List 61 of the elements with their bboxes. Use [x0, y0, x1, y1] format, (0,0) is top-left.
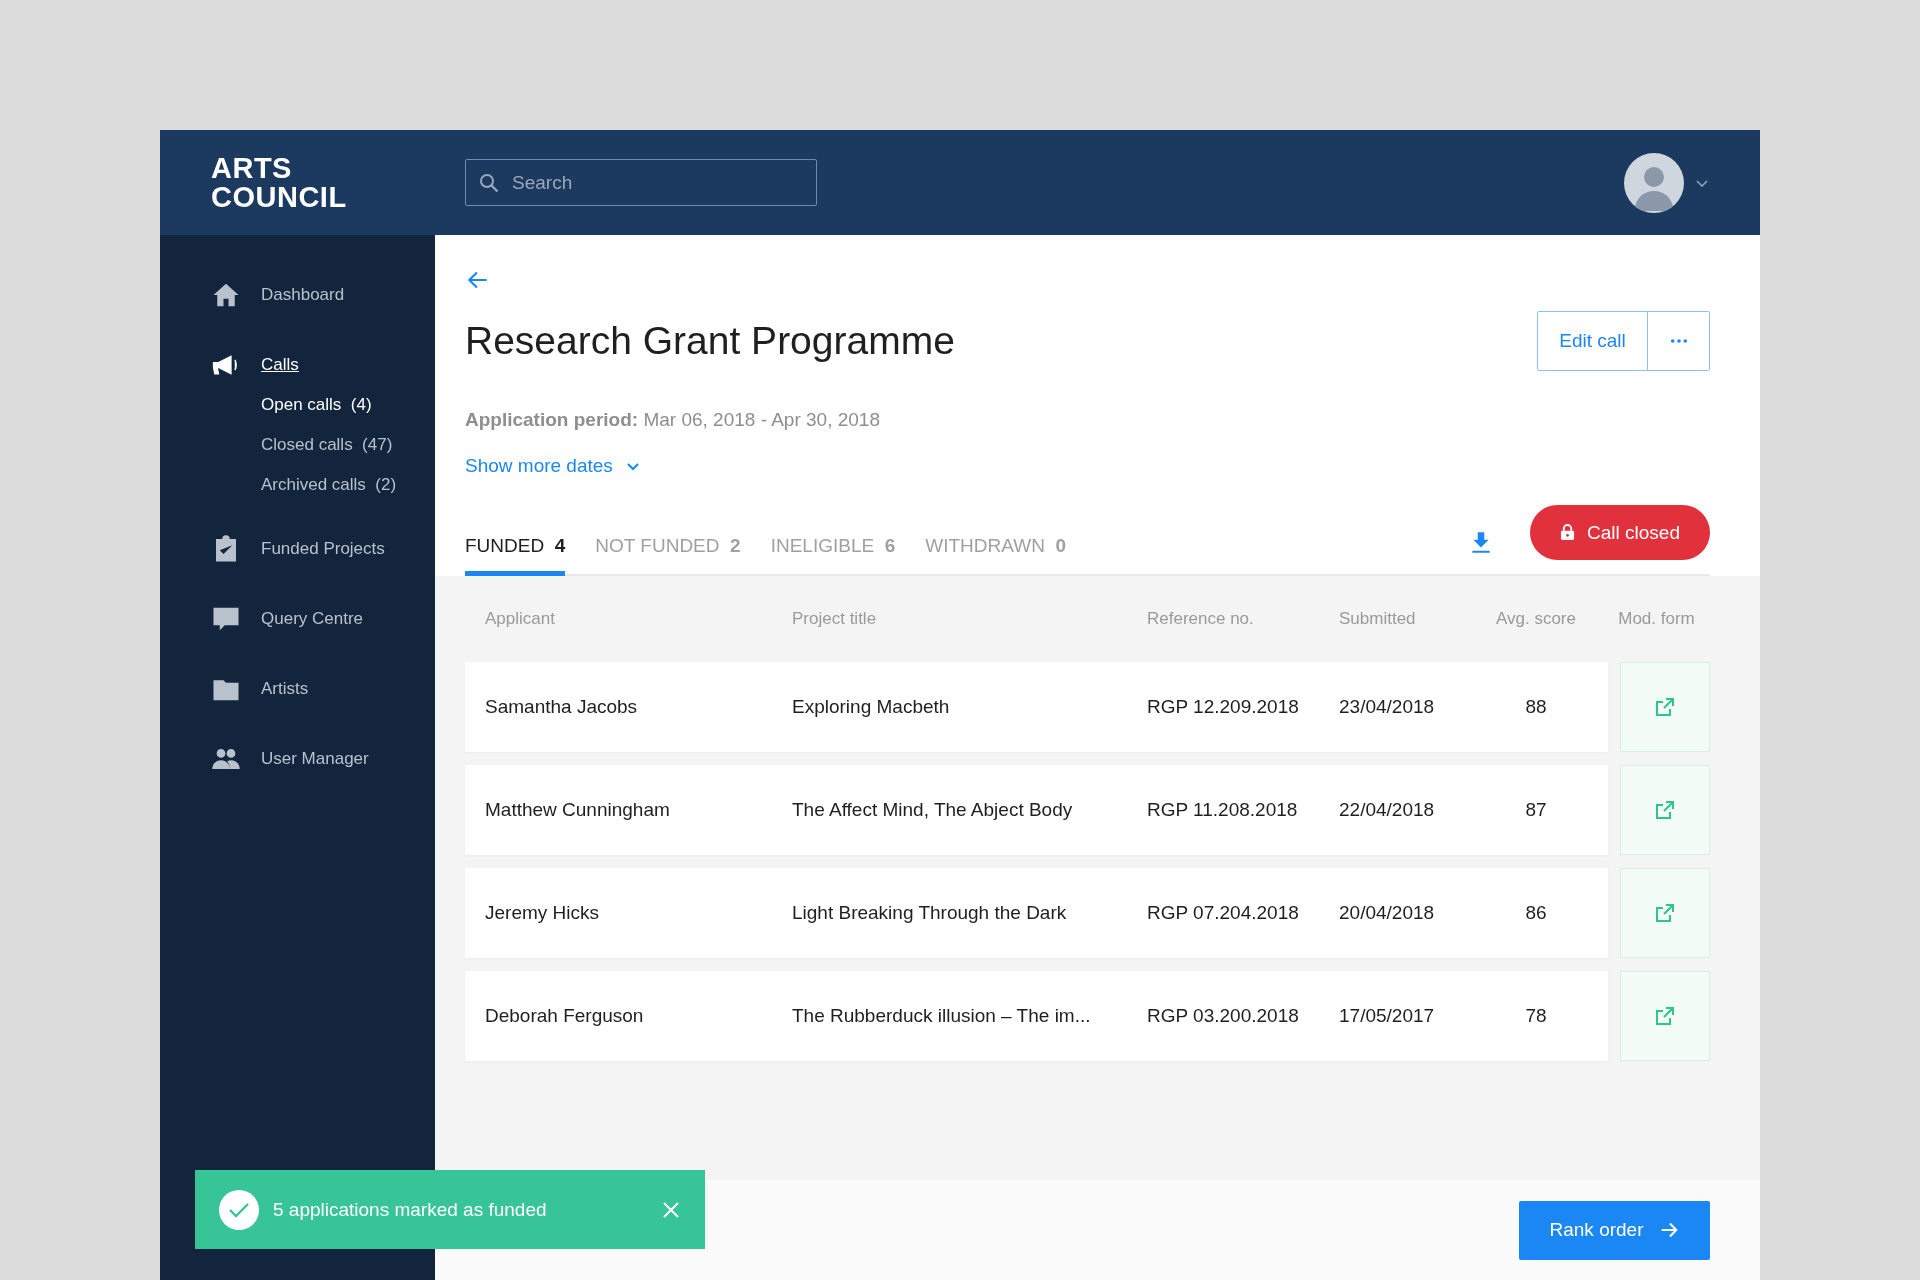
- table-row[interactable]: Deborah Ferguson The Rubberduck illusion – The im... RGP 03.200.2018 17/05/2017 78: [465, 971, 1608, 1061]
- search-icon: [477, 171, 501, 195]
- open-form-button[interactable]: [1620, 765, 1710, 855]
- table-cell-text: 23/04/2018: [1339, 696, 1436, 718]
- external-link-icon: [1653, 1004, 1677, 1028]
- external-link-icon: [1653, 695, 1677, 719]
- logo: ARTS COUNCIL: [211, 153, 348, 212]
- table-cell-text: The Affect Mind, The Abject Body: [792, 799, 1074, 821]
- column-header: Avg. score: [1495, 609, 1577, 629]
- column-header: Mod. form: [1617, 609, 1696, 629]
- open-form-button[interactable]: [1620, 662, 1710, 752]
- table-cell-text: Matthew Cunningham: [485, 799, 671, 821]
- sidebar-item[interactable]: Funded Projects: [160, 531, 435, 567]
- table-cell-text: 78: [1524, 1005, 1548, 1027]
- table-cell-text: RGP 07.204.2018: [1147, 902, 1300, 924]
- column-header: Submitted: [1339, 609, 1417, 629]
- table-cell-text: The Rubberduck illusion – The im...: [792, 1005, 1092, 1027]
- table-cell-text: Jeremy Hicks: [485, 902, 600, 924]
- table-cell-text: 17/05/2017: [1339, 1005, 1436, 1027]
- ellipsis-icon: [1669, 338, 1688, 344]
- sidebar-item[interactable]: Calls: [160, 347, 435, 383]
- column-header: Project title: [792, 609, 878, 629]
- table-cell-text: 86: [1524, 902, 1548, 924]
- lock-icon: [1560, 524, 1576, 541]
- table-row[interactable]: Matthew Cunningham The Affect Mind, The Abject Body RGP 11.208.2018 22/04/2018 87: [465, 765, 1608, 855]
- table-cell-text: 87: [1524, 799, 1548, 821]
- table-cell-text: Samantha Jacobs: [485, 696, 639, 718]
- sidebar-subitem[interactable]: Archived calls (2): [261, 472, 435, 497]
- table-cell-text: 88: [1524, 696, 1548, 718]
- table-cell-text: Light Breaking Through the Dark: [792, 902, 1068, 924]
- page-title: Research Grant Programme: [465, 319, 955, 363]
- table-cell-text: 20/04/2018: [1339, 902, 1436, 924]
- column-header: Reference no.: [1147, 609, 1255, 629]
- sidebar-item[interactable]: Dashboard: [160, 277, 435, 313]
- table-cell-text: 22/04/2018: [1339, 799, 1436, 821]
- close-icon[interactable]: [661, 1199, 681, 1220]
- table-cell-text: RGP 12.209.2018: [1147, 696, 1300, 718]
- show-more-dates-link[interactable]: Show more dates: [465, 455, 641, 477]
- status-badge: Call closed: [1530, 505, 1710, 560]
- table-cell-text: Deborah Ferguson: [485, 1005, 645, 1027]
- open-form-button[interactable]: [1620, 971, 1710, 1061]
- rank-order-button[interactable]: Rank order: [1519, 1200, 1710, 1260]
- external-link-icon: [1653, 798, 1677, 822]
- table-cell-text: RGP 11.208.2018: [1147, 799, 1299, 821]
- table-cell-text: RGP 03.200.2018: [1147, 1005, 1300, 1027]
- toast-message: 5 applications marked as funded: [273, 1198, 548, 1221]
- table-cell-text: Exploring Macbeth: [792, 696, 951, 718]
- sidebar-subitem[interactable]: Closed calls (47): [261, 432, 435, 457]
- sidebar-item[interactable]: Artists: [160, 671, 435, 707]
- column-header: Applicant: [485, 609, 556, 629]
- open-form-button[interactable]: [1620, 868, 1710, 958]
- sidebar-item[interactable]: User Manager: [160, 741, 435, 777]
- check-circle-icon: [219, 1189, 259, 1230]
- sidebar-item[interactable]: Query Centre: [160, 601, 435, 637]
- search-field[interactable]: Search: [465, 159, 817, 206]
- table-row[interactable]: Samantha Jacobs Exploring Macbeth RGP 12.209.2018 23/04/2018 88: [465, 662, 1608, 752]
- application-period: Application period: Mar 06, 2018 - Apr 30, 2018: [465, 409, 881, 431]
- sidebar-subitem[interactable]: Open calls (4): [261, 392, 435, 417]
- external-link-icon: [1653, 901, 1677, 925]
- table-row[interactable]: Jeremy Hicks Light Breaking Through the Dark RGP 07.204.2018 20/04/2018 86: [465, 868, 1608, 958]
- edit-call-button[interactable]: Edit call: [1538, 312, 1648, 370]
